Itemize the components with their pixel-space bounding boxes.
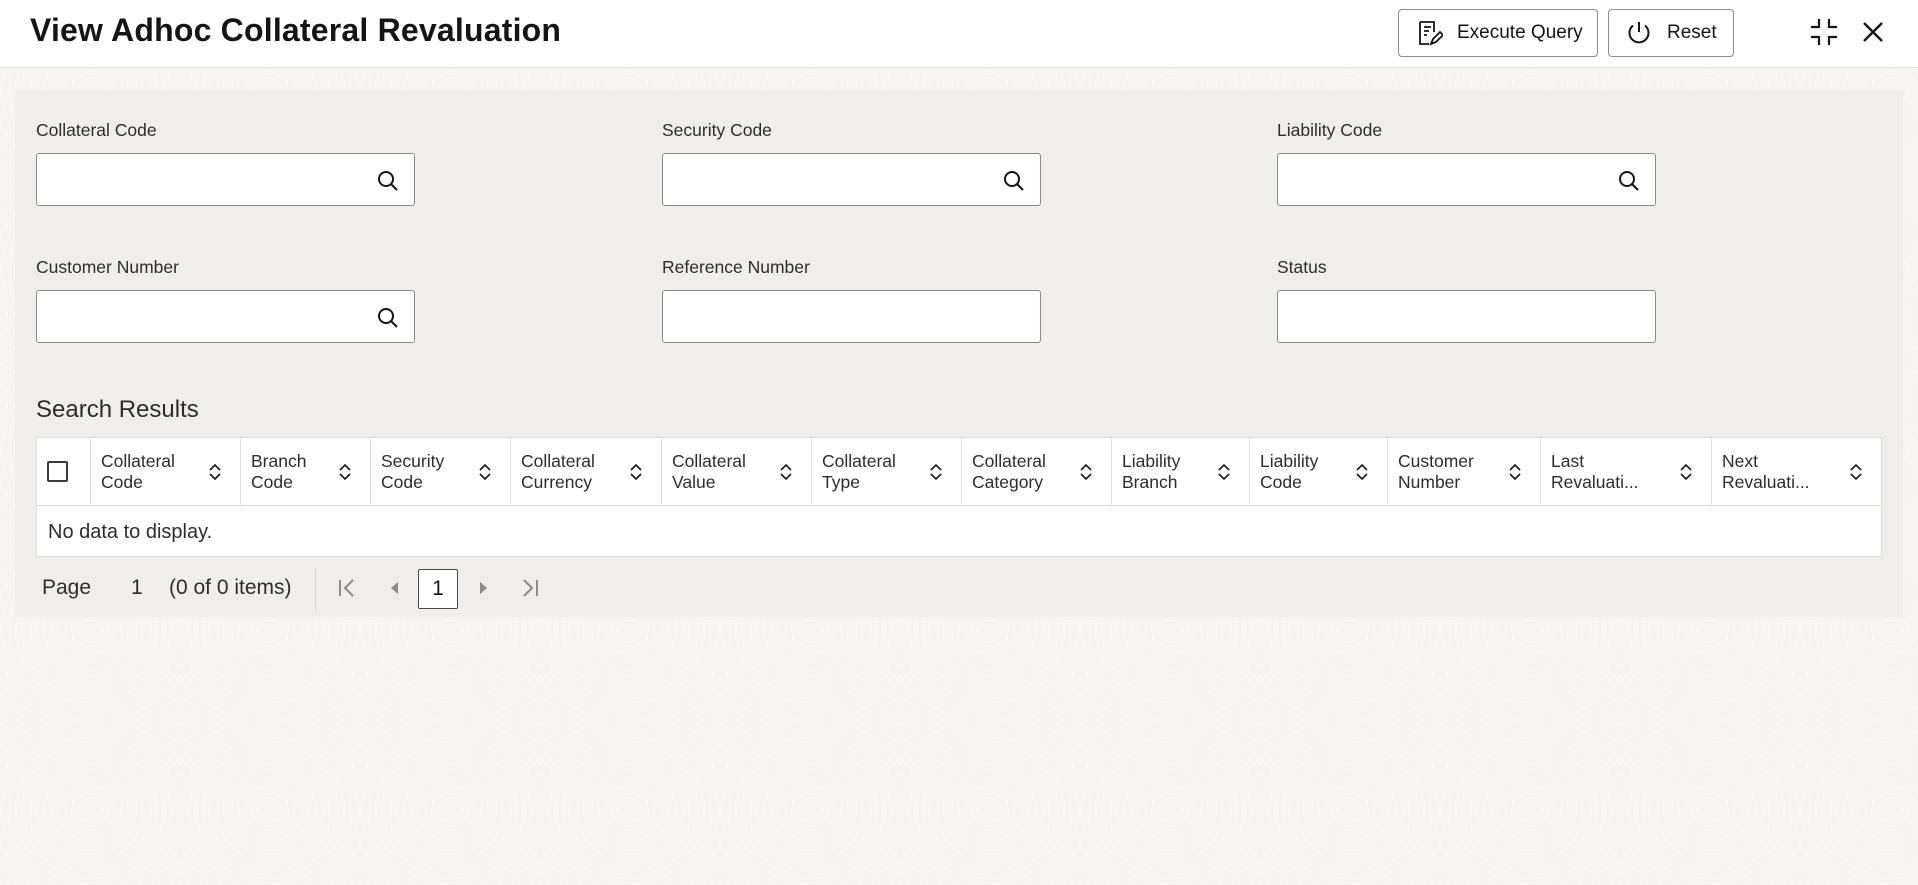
status-label: Status bbox=[1277, 257, 1327, 277]
sort-icon[interactable] bbox=[208, 463, 222, 481]
sort-icon[interactable] bbox=[1849, 463, 1863, 481]
search-results-title: Search Results bbox=[36, 396, 199, 423]
reset-label: Reset bbox=[1667, 22, 1717, 43]
search-icon[interactable] bbox=[376, 169, 400, 193]
sort-icon[interactable] bbox=[338, 463, 352, 481]
liability-code-field[interactable] bbox=[1277, 153, 1656, 206]
security-code-input[interactable] bbox=[663, 154, 1040, 205]
column-header-collateral-code[interactable]: Collateral Code bbox=[91, 438, 241, 506]
reference-number-field[interactable] bbox=[662, 290, 1041, 343]
sort-icon[interactable] bbox=[478, 463, 492, 481]
collateral-code-input[interactable] bbox=[37, 154, 414, 205]
liability-code-label: Liability Code bbox=[1277, 120, 1383, 140]
column-label: Collateral Type bbox=[822, 451, 896, 492]
items-summary: (0 of 0 items) bbox=[169, 576, 292, 599]
sort-icon[interactable] bbox=[1679, 463, 1693, 481]
search-panel: Collateral Code Security Code Liability … bbox=[15, 90, 1903, 617]
table-header: Collateral Code Branch Code Security Cod… bbox=[37, 438, 1881, 506]
select-all-cell bbox=[37, 438, 91, 506]
customer-number-input[interactable] bbox=[37, 291, 414, 342]
column-header-liability-code[interactable]: Liability Code bbox=[1250, 438, 1388, 506]
status-field[interactable] bbox=[1277, 290, 1656, 343]
page-label: Page bbox=[42, 576, 92, 599]
security-code-label: Security Code bbox=[662, 120, 772, 140]
collateral-code-label: Collateral Code bbox=[36, 120, 157, 140]
execute-query-label: Execute Query bbox=[1457, 22, 1583, 43]
column-header-collateral-value[interactable]: Collateral Value bbox=[662, 438, 812, 506]
column-label: Liability Branch bbox=[1122, 451, 1181, 492]
search-icon[interactable] bbox=[1002, 169, 1026, 193]
column-header-branch-code[interactable]: Branch Code bbox=[241, 438, 371, 506]
search-icon[interactable] bbox=[376, 306, 400, 330]
pagination-divider bbox=[315, 568, 316, 610]
current-page-button[interactable]: 1 bbox=[418, 569, 458, 609]
page-header: View Adhoc Collateral Revaluation Execut… bbox=[0, 0, 1918, 68]
sort-icon[interactable] bbox=[779, 463, 793, 481]
column-header-security-code[interactable]: Security Code bbox=[371, 438, 511, 506]
column-header-customer-number[interactable]: Customer Number bbox=[1388, 438, 1541, 506]
close-icon[interactable] bbox=[1856, 15, 1890, 49]
liability-code-input[interactable] bbox=[1278, 154, 1655, 205]
column-label: Collateral Code bbox=[101, 451, 175, 492]
previous-page-icon[interactable] bbox=[383, 576, 407, 600]
page-title: View Adhoc Collateral Revaluation bbox=[30, 12, 562, 48]
column-label: Collateral Value bbox=[672, 451, 746, 492]
sort-icon[interactable] bbox=[629, 463, 643, 481]
column-header-next-revaluation[interactable]: Next Revaluati... bbox=[1712, 438, 1881, 506]
execute-query-button[interactable]: Execute Query bbox=[1398, 9, 1598, 57]
search-icon[interactable] bbox=[1617, 169, 1641, 193]
minimize-icon[interactable] bbox=[1807, 15, 1841, 49]
column-label: Customer Number bbox=[1398, 451, 1474, 492]
sort-icon[interactable] bbox=[1079, 463, 1093, 481]
column-label: Last Revaluati... bbox=[1551, 451, 1639, 492]
column-header-liability-branch[interactable]: Liability Branch bbox=[1112, 438, 1250, 506]
next-page-icon[interactable] bbox=[471, 576, 495, 600]
sort-icon[interactable] bbox=[1217, 463, 1231, 481]
security-code-field[interactable] bbox=[662, 153, 1041, 206]
execute-query-icon bbox=[1419, 21, 1443, 46]
column-label: Next Revaluati... bbox=[1722, 451, 1810, 492]
column-label: Collateral Currency bbox=[521, 451, 595, 492]
reference-number-input[interactable] bbox=[663, 291, 1040, 342]
status-input[interactable] bbox=[1278, 291, 1655, 342]
sort-icon[interactable] bbox=[929, 463, 943, 481]
column-label: Liability Code bbox=[1260, 451, 1319, 492]
first-page-icon[interactable] bbox=[335, 576, 359, 600]
page-number: 1 bbox=[131, 576, 143, 599]
reset-button[interactable]: Reset bbox=[1608, 9, 1734, 57]
column-label: Collateral Category bbox=[972, 451, 1046, 492]
column-header-collateral-category[interactable]: Collateral Category bbox=[962, 438, 1112, 506]
customer-number-label: Customer Number bbox=[36, 257, 179, 277]
column-label: Security Code bbox=[381, 451, 445, 492]
power-reset-icon bbox=[1628, 22, 1650, 44]
column-header-collateral-currency[interactable]: Collateral Currency bbox=[511, 438, 662, 506]
sort-icon[interactable] bbox=[1508, 463, 1522, 481]
customer-number-field[interactable] bbox=[36, 290, 415, 343]
empty-message: No data to display. bbox=[48, 521, 213, 543]
sort-icon[interactable] bbox=[1355, 463, 1369, 481]
select-all-checkbox[interactable] bbox=[47, 461, 68, 482]
column-label: Branch Code bbox=[251, 451, 307, 492]
last-page-icon[interactable] bbox=[518, 576, 542, 600]
collateral-code-field[interactable] bbox=[36, 153, 415, 206]
results-table: Collateral Code Branch Code Security Cod… bbox=[36, 437, 1882, 557]
column-header-collateral-type[interactable]: Collateral Type bbox=[812, 438, 962, 506]
column-header-last-revaluation[interactable]: Last Revaluati... bbox=[1541, 438, 1712, 506]
reference-number-label: Reference Number bbox=[662, 257, 810, 277]
